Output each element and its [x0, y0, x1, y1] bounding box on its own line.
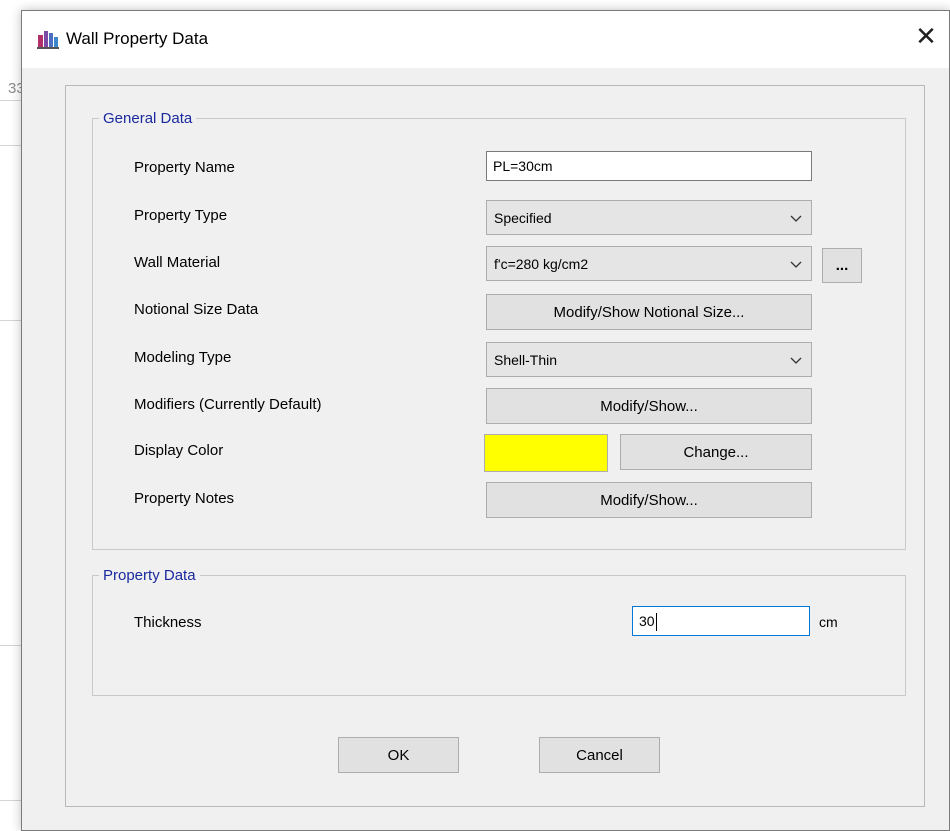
property-type-value: Specified	[494, 209, 552, 226]
close-button[interactable]: ✕	[903, 11, 949, 61]
modeling-type-value: Shell-Thin	[494, 351, 558, 368]
modeling-type-select[interactable]: Shell-Thin	[486, 342, 812, 377]
modify-property-notes-button[interactable]: Modify/Show...	[486, 482, 812, 518]
grid-line	[0, 645, 22, 646]
property-notes-label: Property Notes	[134, 490, 235, 507]
notional-size-label: Notional Size Data	[134, 301, 259, 318]
window-title: Wall Property Data	[66, 29, 209, 48]
chevron-down-icon	[790, 357, 802, 364]
grid-line	[0, 320, 22, 321]
wall-material-value: f'c=280 kg/cm2	[494, 255, 589, 272]
chevron-down-icon	[790, 215, 802, 222]
thickness-unit: cm	[819, 614, 838, 630]
app-icon	[37, 31, 59, 49]
thickness-label: Thickness	[134, 614, 202, 631]
text-caret	[655, 613, 657, 632]
modeling-type-label: Modeling Type	[134, 349, 232, 366]
close-icon: ✕	[915, 20, 937, 51]
wall-material-label: Wall Material	[134, 254, 221, 271]
property-type-select[interactable]: Specified	[486, 200, 812, 235]
property-name-label: Property Name	[134, 159, 235, 176]
wall-material-more-button[interactable]: ...	[822, 248, 862, 283]
chevron-down-icon	[790, 261, 802, 268]
cancel-button[interactable]: Cancel	[539, 737, 660, 773]
display-color-swatch	[484, 434, 608, 472]
change-color-button[interactable]: Change...	[620, 434, 812, 470]
modify-modifiers-button[interactable]: Modify/Show...	[486, 388, 812, 424]
screen: 330 Wall Property Data ✕ General Data	[0, 0, 950, 831]
property-type-label: Property Type	[134, 207, 228, 224]
property-name-input[interactable]: PL=30cm	[486, 151, 812, 181]
wall-material-select[interactable]: f'c=280 kg/cm2	[486, 246, 812, 281]
grid-line	[0, 145, 22, 146]
general-data-legend: General Data	[103, 110, 193, 127]
modify-notional-size-button[interactable]: Modify/Show Notional Size...	[486, 294, 812, 330]
display-color-label: Display Color	[134, 442, 224, 459]
property-data-legend: Property Data	[103, 567, 196, 584]
wall-property-dialog: Wall Property Data ✕ General Data Proper…	[21, 10, 950, 831]
thickness-value: 30	[639, 613, 655, 629]
modifiers-label: Modifiers (Currently Default)	[134, 396, 322, 413]
grid-line	[0, 800, 22, 801]
thickness-input[interactable]: 30	[632, 606, 810, 636]
title-bar: Wall Property Data ✕	[22, 11, 949, 68]
ok-button[interactable]: OK	[338, 737, 459, 773]
grid-line	[0, 100, 22, 101]
content-panel: General Data Property Name PL=30cm Prope…	[65, 85, 925, 807]
